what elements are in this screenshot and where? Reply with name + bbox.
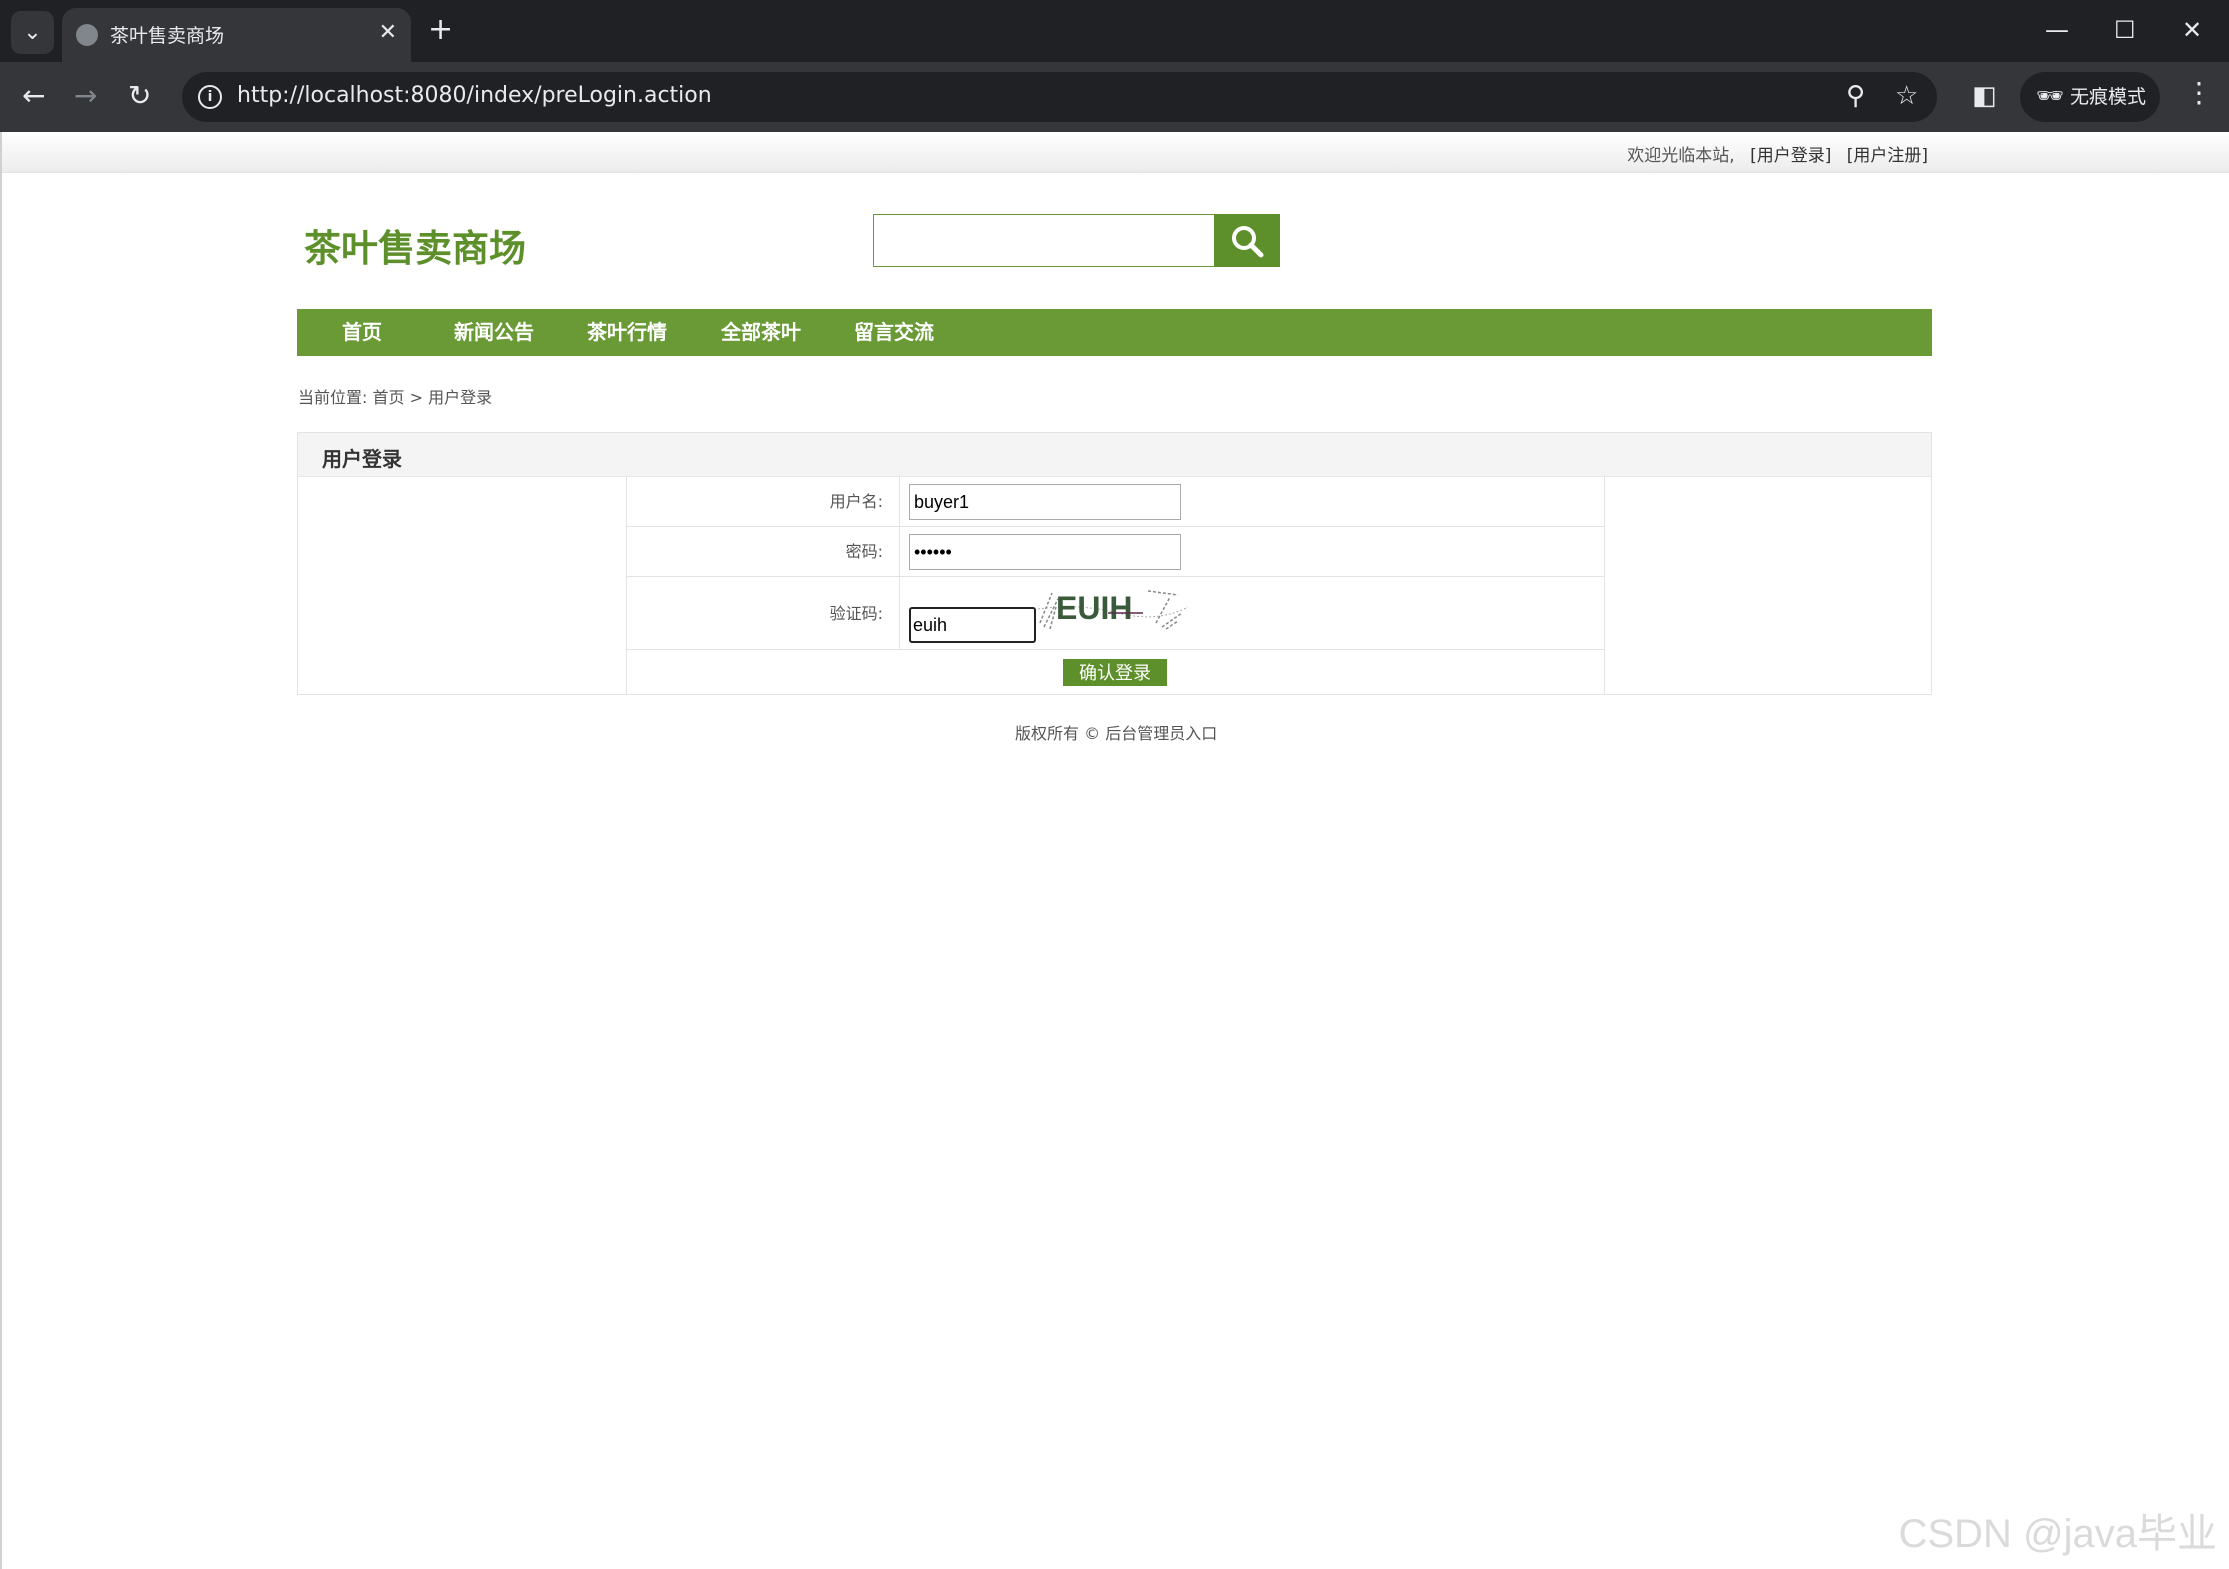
search-icon	[1232, 225, 1264, 257]
breadcrumb-current: 用户登录	[428, 388, 493, 407]
incognito-label: 无痕模式	[2070, 86, 2147, 108]
zoom-icon[interactable]: ⚲	[1846, 81, 1865, 111]
star-icon[interactable]: ☆	[1895, 81, 1918, 111]
nav-item-all-tea[interactable]: 全部茶叶	[721, 309, 801, 356]
nav-item-messages[interactable]: 留言交流	[854, 309, 934, 356]
browser-toolbar: ← → ↻ i http://localhost:8080/index/preL…	[0, 62, 2229, 132]
forward-icon[interactable]: →	[74, 78, 97, 114]
panel-header: 用户登录	[298, 433, 1931, 477]
submit-row: 确认登录	[627, 650, 1604, 695]
info-icon[interactable]: i	[198, 85, 222, 109]
welcome-text: 欢迎光临本站,	[1627, 146, 1735, 166]
site-logo[interactable]: 茶叶售卖商场	[304, 218, 526, 272]
minimize-icon[interactable]: —	[2045, 12, 2069, 48]
password-label: 密码:	[627, 527, 900, 576]
captcha-text: EUIH	[1056, 590, 1132, 626]
kebab-icon[interactable]: ⋮	[2185, 76, 2213, 109]
url-text[interactable]: http://localhost:8080/index/preLogin.act…	[237, 83, 712, 108]
back-icon[interactable]: ←	[22, 78, 45, 114]
main-nav: 首页 新闻公告 茶叶行情 全部茶叶 留言交流	[297, 309, 1932, 356]
username-row: 用户名:	[627, 477, 1604, 527]
topbar-links: 欢迎光临本站, [用户登录] [用户注册]	[1627, 141, 1928, 166]
close-icon[interactable]: ✕	[379, 20, 397, 45]
captcha-label: 验证码:	[627, 577, 900, 649]
login-link[interactable]: [用户登录]	[1750, 146, 1831, 166]
breadcrumb-separator: >	[409, 388, 424, 407]
window-close-icon[interactable]: ✕	[2182, 12, 2202, 48]
breadcrumb-prefix: 当前位置:	[298, 388, 368, 407]
panel-title: 用户登录	[322, 447, 402, 471]
maximize-icon[interactable]: ☐	[2114, 12, 2136, 48]
incognito-icon: 🕶	[2036, 84, 2064, 109]
search-input[interactable]	[873, 214, 1214, 267]
captcha-input[interactable]	[909, 607, 1036, 643]
login-form: 用户名: 密码: 验证码: EU	[626, 477, 1605, 695]
tab-strip: ⌄ 茶叶售卖商场 ✕ + — ☐ ✕	[0, 0, 2229, 62]
footer: 版权所有 © 后台管理员入口	[1015, 720, 1217, 744]
admin-entry-link[interactable]: 后台管理员入口	[1105, 724, 1217, 743]
nav-item-news[interactable]: 新闻公告	[454, 309, 534, 356]
tab-search-icon[interactable]: ⌄	[11, 11, 54, 54]
copyright-text: 版权所有 ©	[1015, 724, 1101, 743]
watermark: CSDN @java毕业	[1898, 1512, 2217, 1556]
search-button[interactable]	[1214, 214, 1280, 267]
password-row: 密码:	[627, 527, 1604, 577]
incognito-badge[interactable]: 🕶 无痕模式	[2020, 72, 2160, 122]
username-input[interactable]	[909, 484, 1181, 520]
username-label: 用户名:	[627, 477, 900, 526]
register-link[interactable]: [用户注册]	[1847, 146, 1928, 166]
tab-title: 茶叶售卖商场	[110, 25, 225, 47]
plus-icon[interactable]: +	[428, 12, 453, 48]
breadcrumb-home[interactable]: 首页	[373, 388, 405, 407]
active-tab[interactable]: 茶叶售卖商场 ✕	[62, 8, 411, 62]
confirm-login-button[interactable]: 确认登录	[1063, 659, 1167, 686]
top-bar: 欢迎光临本站, [用户登录] [用户注册]	[0, 132, 2229, 173]
nav-item-market[interactable]: 茶叶行情	[587, 309, 667, 356]
nav-item-home[interactable]: 首页	[342, 309, 382, 356]
web-page: 欢迎光临本站, [用户登录] [用户注册] 茶叶售卖商场 首页 新闻公告 茶叶行…	[0, 132, 2229, 1569]
login-panel: 用户登录 用户名: 密码: 验证码:	[297, 432, 1932, 695]
sidepanel-icon[interactable]: ◧	[1972, 78, 1997, 114]
password-input[interactable]	[909, 534, 1181, 570]
reload-icon[interactable]: ↻	[128, 78, 151, 114]
browser-chrome: ⌄ 茶叶售卖商场 ✕ + — ☐ ✕ ← → ↻ i http://localh…	[0, 0, 2229, 132]
address-bar[interactable]: i http://localhost:8080/index/preLogin.a…	[182, 72, 1937, 122]
globe-icon	[76, 24, 98, 46]
window-edge	[0, 132, 2, 1569]
captcha-image[interactable]: EUIH	[1038, 583, 1188, 635]
breadcrumb: 当前位置: 首页 > 用户登录	[298, 384, 492, 408]
captcha-row: 验证码: EUIH	[627, 577, 1604, 650]
